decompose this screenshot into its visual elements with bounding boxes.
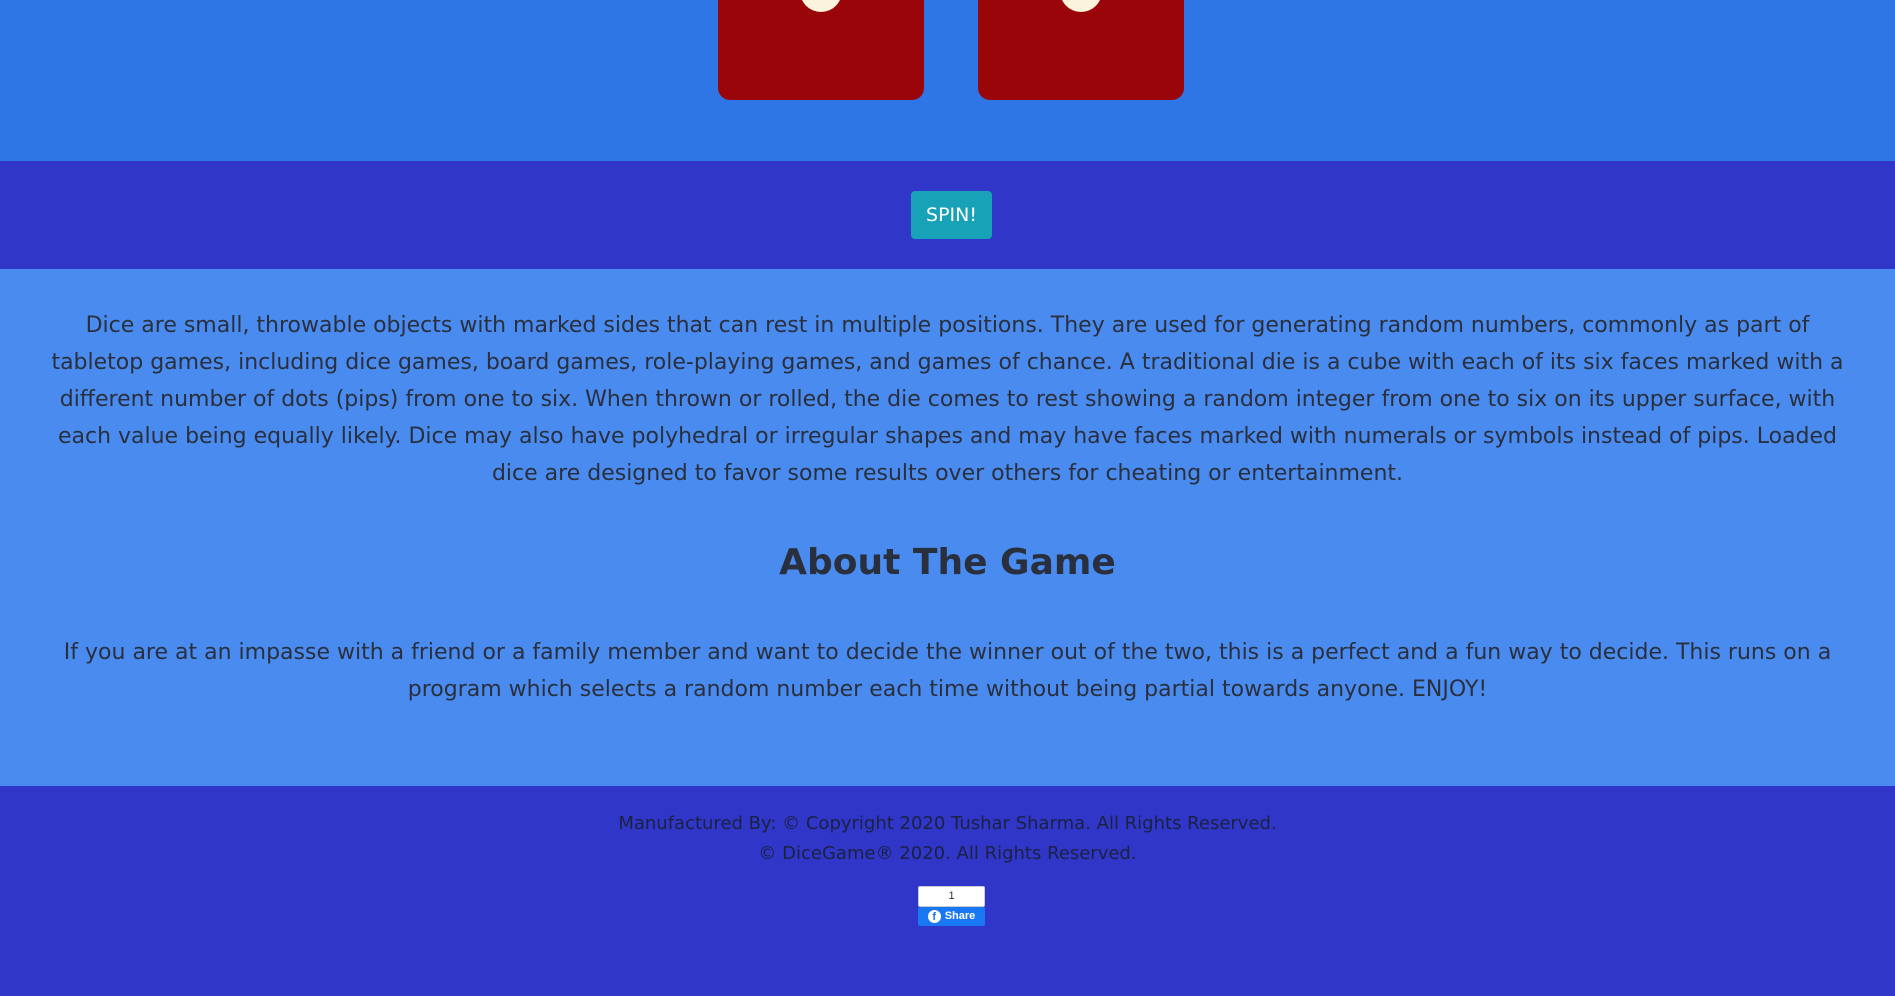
info-section: Dice are small, throwable objects with m… xyxy=(0,269,1895,786)
die-face-icon xyxy=(1060,0,1102,12)
footer: Manufactured By: © Copyright 2020 Tushar… xyxy=(0,786,1895,996)
about-heading: About The Game xyxy=(779,542,1116,583)
share-label: Share xyxy=(944,910,976,922)
right-die xyxy=(978,0,1184,100)
spin-button[interactable]: SPIN! xyxy=(911,191,992,239)
dice-game-page: SPIN! Dice are small, throwable objects … xyxy=(0,0,1895,996)
facebook-share-button[interactable]: f Share xyxy=(918,907,985,926)
left-die xyxy=(718,0,924,100)
footer-trademark: © DiceGame® 2020. All Rights Reserved. xyxy=(758,843,1137,864)
dice-description: Dice are small, throwable objects with m… xyxy=(51,313,1844,486)
spin-bar: SPIN! xyxy=(0,161,1895,269)
facebook-icon: f xyxy=(927,910,941,923)
share-count: 1 xyxy=(918,886,985,907)
footer-copyright: Manufactured By: © Copyright 2020 Tushar… xyxy=(618,813,1277,834)
facebook-share-widget: 1 f Share xyxy=(918,886,985,926)
about-description: If you are at an impasse with a friend o… xyxy=(63,640,1832,702)
dice-display-area xyxy=(0,0,1895,161)
die-face-icon xyxy=(800,0,842,12)
